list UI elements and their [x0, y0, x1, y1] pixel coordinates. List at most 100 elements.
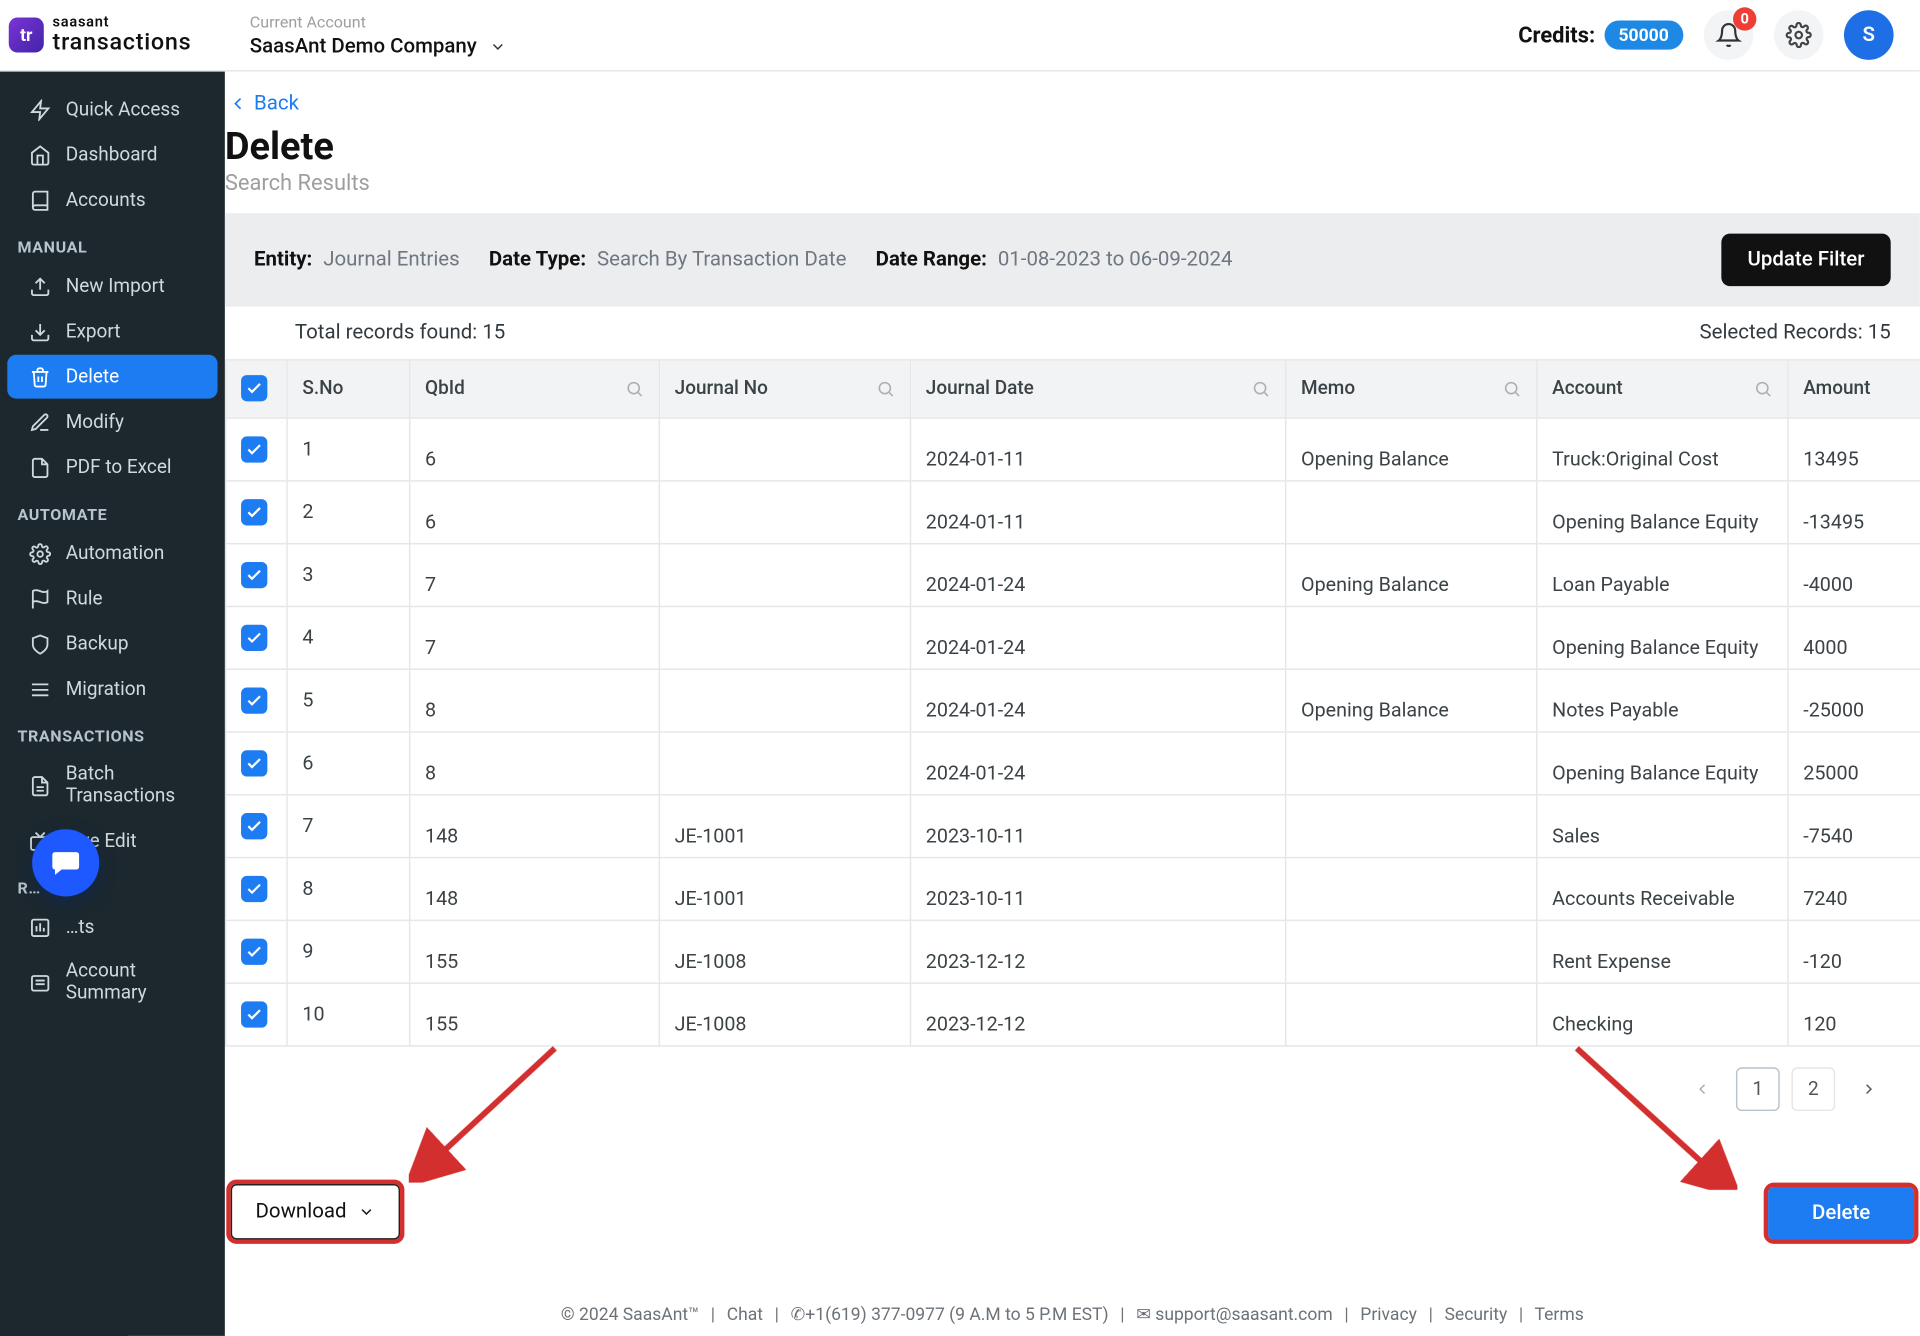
col-memo[interactable]: Memo: [1286, 361, 1537, 419]
cell-sno: 8: [287, 858, 410, 921]
cell-qbid: 148: [410, 858, 660, 921]
row-checkbox-cell[interactable]: [226, 858, 287, 921]
footer-chat-link[interactable]: Chat: [727, 1304, 763, 1324]
sidebar-item-account-summary[interactable]: Account Summary: [7, 950, 217, 1014]
row-checkbox[interactable]: [241, 812, 267, 838]
cell-amount: 13495: [1788, 418, 1920, 481]
col-qbid[interactable]: QbId: [410, 361, 660, 419]
page-1[interactable]: 1: [1736, 1067, 1780, 1111]
notifications-button[interactable]: 0: [1704, 10, 1754, 60]
sidebar-item-batch-transactions[interactable]: Batch Transactions: [7, 753, 217, 817]
delete-button[interactable]: Delete: [1768, 1187, 1914, 1240]
cell-qbid: 8: [410, 669, 660, 732]
select-all-checkbox[interactable]: [241, 375, 267, 401]
user-avatar[interactable]: S: [1844, 10, 1894, 60]
sidebar-item-pdf-to-excel[interactable]: PDF to Excel: [7, 445, 217, 489]
col-journal-no[interactable]: Journal No: [659, 361, 910, 419]
row-checkbox-cell[interactable]: [226, 418, 287, 481]
row-checkbox-cell[interactable]: [226, 544, 287, 607]
sidebar-item-automation[interactable]: Automation: [7, 531, 217, 575]
cell-qbid: 155: [410, 921, 660, 984]
page-next[interactable]: [1847, 1067, 1891, 1111]
sidebar-item-backup[interactable]: Backup: [7, 622, 217, 666]
footer-phone-link[interactable]: +1(619) 377-0977 (9 A.M to 5 P.M EST): [805, 1304, 1108, 1324]
settings-button[interactable]: [1774, 10, 1824, 60]
mail-icon: ✉: [1136, 1304, 1151, 1324]
top-bar: tr saasant transactions Current Account …: [0, 0, 1920, 72]
col-amount[interactable]: Amount: [1788, 361, 1920, 419]
chat-fab[interactable]: [32, 829, 99, 896]
cell-memo: [1286, 481, 1537, 544]
doc-icon: [28, 774, 51, 797]
table-row: 10 155 JE-1008 2023-12-12 Checking 120: [226, 983, 1920, 1046]
company-name: SaasAnt Demo Company: [250, 34, 477, 57]
row-checkbox[interactable]: [241, 750, 267, 776]
row-checkbox[interactable]: [241, 938, 267, 964]
sidebar-item-migration[interactable]: Migration: [7, 667, 217, 711]
select-all-header[interactable]: [226, 361, 287, 419]
brand-logo[interactable]: tr saasant transactions: [0, 0, 209, 71]
cell-journal-no: JE-1001: [659, 858, 910, 921]
cell-account: Checking: [1537, 983, 1788, 1046]
report-icon: [28, 915, 51, 938]
cell-memo: [1286, 795, 1537, 858]
footer-terms-link[interactable]: Terms: [1535, 1304, 1584, 1324]
table-row: 7 148 JE-1001 2023-10-11 Sales -7540: [226, 795, 1920, 858]
sidebar-item-accounts[interactable]: Accounts: [7, 178, 217, 222]
datetype-label: Date Type:: [489, 248, 586, 271]
sidebar-item-…ts[interactable]: …ts: [7, 905, 217, 949]
row-checkbox-cell[interactable]: [226, 481, 287, 544]
cell-memo: [1286, 921, 1537, 984]
cell-sno: 2: [287, 481, 410, 544]
total-records-found: Total records found: 15: [254, 321, 505, 344]
company-label: Current Account: [250, 12, 506, 31]
footer-security-link[interactable]: Security: [1445, 1304, 1508, 1324]
sidebar-item-rule[interactable]: Rule: [7, 577, 217, 621]
col-account[interactable]: Account: [1537, 361, 1788, 419]
row-checkbox[interactable]: [241, 687, 267, 713]
brand-text-bottom: transactions: [53, 31, 192, 54]
sidebar-item-export[interactable]: Export: [7, 310, 217, 354]
col-sno[interactable]: S.No: [287, 361, 410, 419]
update-filter-button[interactable]: Update Filter: [1721, 234, 1890, 287]
cell-journal-date: 2024-01-24: [910, 732, 1285, 795]
sidebar-item-delete[interactable]: Delete: [7, 355, 217, 399]
row-checkbox[interactable]: [241, 1001, 267, 1027]
cell-account: Rent Expense: [1537, 921, 1788, 984]
cell-journal-no: [659, 669, 910, 732]
footer-privacy-link[interactable]: Privacy: [1360, 1304, 1417, 1324]
col-journal-date[interactable]: Journal Date: [910, 361, 1285, 419]
download-button[interactable]: Download: [231, 1184, 401, 1239]
row-checkbox[interactable]: [241, 561, 267, 587]
cell-amount: 7240: [1788, 858, 1920, 921]
cell-sno: 1: [287, 418, 410, 481]
row-checkbox[interactable]: [241, 624, 267, 650]
row-checkbox[interactable]: [241, 499, 267, 525]
cell-amount: 120: [1788, 983, 1920, 1046]
sidebar-item-modify[interactable]: Modify: [7, 400, 217, 444]
page-prev[interactable]: [1680, 1067, 1724, 1111]
row-checkbox-cell[interactable]: [226, 795, 287, 858]
page-2[interactable]: 2: [1791, 1067, 1835, 1111]
sidebar-item-quick-access[interactable]: Quick Access: [7, 88, 217, 132]
row-checkbox[interactable]: [241, 875, 267, 901]
footer-email-link[interactable]: support@saasant.com: [1155, 1304, 1332, 1324]
search-icon[interactable]: [1251, 380, 1270, 399]
cell-qbid: 155: [410, 983, 660, 1046]
search-icon[interactable]: [876, 380, 895, 399]
back-link[interactable]: Back: [225, 92, 299, 115]
notification-count-badge: 0: [1733, 7, 1756, 30]
row-checkbox-cell[interactable]: [226, 669, 287, 732]
cell-journal-no: [659, 607, 910, 670]
company-switcher[interactable]: Current Account SaasAnt Demo Company: [250, 12, 506, 57]
search-icon[interactable]: [625, 380, 644, 399]
row-checkbox-cell[interactable]: [226, 732, 287, 795]
row-checkbox-cell[interactable]: [226, 607, 287, 670]
row-checkbox[interactable]: [241, 436, 267, 462]
row-checkbox-cell[interactable]: [226, 983, 287, 1046]
search-icon[interactable]: [1753, 380, 1772, 399]
sidebar-item-new-import[interactable]: New Import: [7, 264, 217, 308]
sidebar-item-dashboard[interactable]: Dashboard: [7, 133, 217, 177]
row-checkbox-cell[interactable]: [226, 921, 287, 984]
search-icon[interactable]: [1502, 380, 1521, 399]
